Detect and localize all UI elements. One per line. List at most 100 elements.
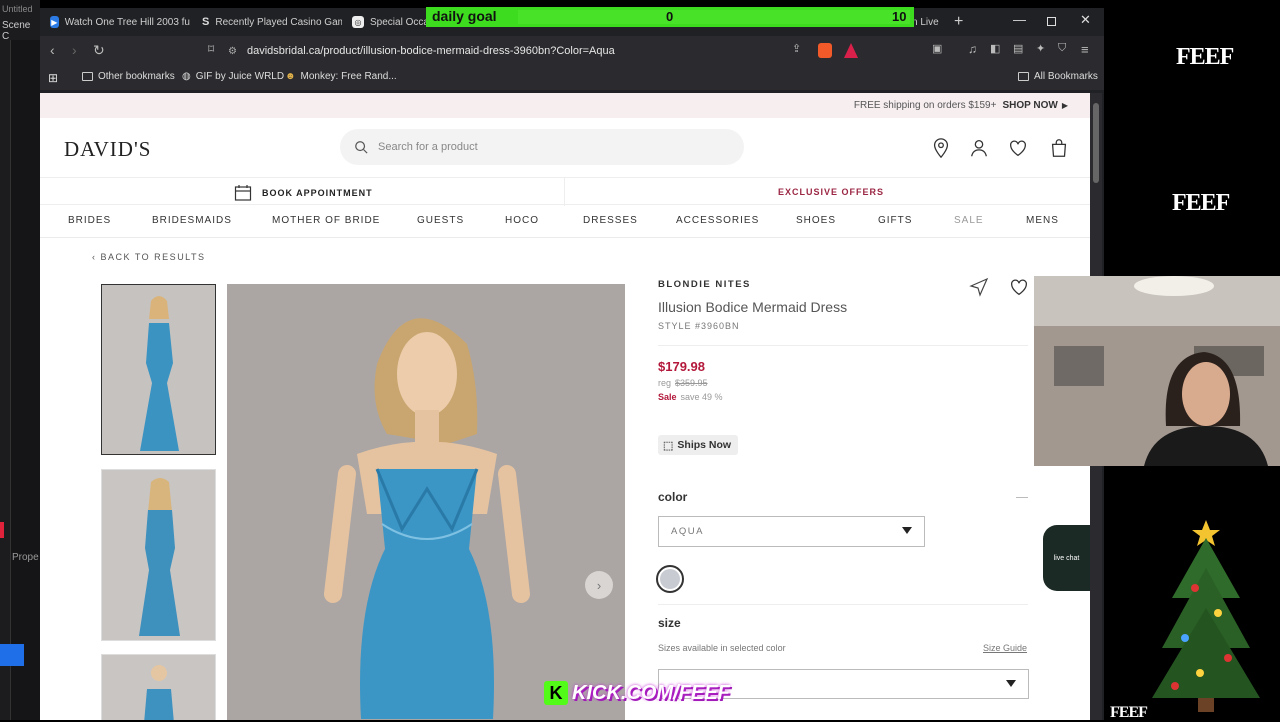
sale-savings: Sale save 49 % — [658, 392, 723, 402]
menu-item-mens[interactable]: MENS — [1026, 215, 1059, 226]
color-select[interactable]: AQUA — [658, 516, 925, 547]
back-icon[interactable]: ‹ — [50, 42, 55, 58]
goal-label: daily goal — [432, 8, 497, 24]
wishlist-heart-icon[interactable] — [1008, 276, 1030, 298]
share-icon[interactable]: ⇪ — [792, 42, 801, 55]
product-name: Illusion Bodice Mermaid Dress — [658, 299, 848, 315]
shop-now-link[interactable]: SHOP NOW — [1002, 100, 1057, 111]
book-appointment-link[interactable]: BOOK APPOINTMENT — [234, 184, 373, 202]
wallet-icon[interactable]: ▤ — [1013, 42, 1023, 55]
menu-item-hoco[interactable]: HOCO — [505, 215, 539, 226]
product-thumbnail[interactable] — [101, 284, 216, 455]
maximize-icon[interactable] — [1047, 17, 1056, 26]
goal-progress-bar — [518, 10, 910, 24]
bookmark-gif[interactable]: ◍ GIF by Juice WRLD — [182, 71, 284, 82]
site-icon: ◎ — [352, 16, 364, 28]
menu-divider — [40, 237, 1090, 238]
account-icon[interactable] — [968, 137, 990, 159]
tab-label: Watch One Tree Hill 2003 fu — [64, 16, 190, 28]
menu-item-bridesmaids[interactable]: BRIDESMAIDS — [152, 215, 232, 226]
bag-icon[interactable] — [1048, 137, 1070, 159]
brave-shields-icon[interactable] — [818, 43, 832, 58]
apps-icon[interactable]: ⊞ — [48, 71, 58, 85]
dress-model-image — [227, 284, 625, 720]
menu-item-mother-of-bride[interactable]: MOTHER OF BRIDE — [272, 215, 380, 226]
record-indicator — [0, 522, 4, 538]
heart-icon[interactable] — [1007, 137, 1029, 159]
vpn-icon[interactable]: ⛉ — [1058, 42, 1066, 55]
brave-rewards-icon[interactable] — [844, 43, 858, 58]
regular-price: reg $359.95 — [658, 378, 708, 388]
bookmark-all[interactable]: All Bookmarks — [1018, 71, 1098, 82]
main-product-image[interactable]: › — [227, 284, 625, 720]
minimize-icon[interactable]: — — [1013, 12, 1026, 27]
product-brand[interactable]: BLONDIE NITES — [658, 279, 751, 290]
location-icon[interactable] — [930, 137, 952, 159]
kick-channel-url: KICK.COM/FEEF — [572, 681, 730, 704]
desktop-left-strip: Untitled Scene C Prope — [0, 0, 40, 720]
address-bar[interactable]: ⚙ davidsbridal.ca/product/illusion-bodic… — [228, 40, 808, 62]
share-icon[interactable] — [968, 276, 990, 298]
caret-down-icon — [902, 527, 912, 534]
size-availability-note: Sizes available in selected color — [658, 643, 786, 653]
tab-partial[interactable]: n Live — [912, 11, 942, 33]
search-input[interactable]: Search for a product — [340, 129, 744, 165]
back-to-results-link[interactable]: ‹ BACK TO RESULTS — [92, 252, 206, 262]
browser-toolbar: ‹ › ↻ ⌑ ⚙ davidsbridal.ca/product/illusi… — [40, 36, 1104, 66]
close-icon[interactable]: ✕ — [1080, 12, 1091, 28]
menu-item-brides[interactable]: BRIDES — [68, 215, 111, 226]
feef-logo: FEEF — [1172, 190, 1230, 216]
menu-item-sale[interactable]: SALE — [954, 215, 984, 226]
menu-item-shoes[interactable]: SHOES — [796, 215, 836, 226]
back-label: BACK TO RESULTS — [100, 252, 206, 262]
dress-detail-image — [102, 655, 215, 720]
size-guide-link[interactable]: Size Guide — [983, 643, 1027, 653]
site-info-icon[interactable]: ⚙ — [228, 46, 237, 57]
dress-back-image — [102, 470, 215, 640]
forward-icon[interactable]: › — [72, 42, 77, 58]
exclusive-offers-link[interactable]: EXCLUSIVE OFFERS — [778, 187, 884, 197]
promo-banner: FREE shipping on orders $159+ SHOP NOW ▶ — [40, 93, 1090, 118]
search-placeholder: Search for a product — [378, 141, 478, 153]
scene-label: Scene C — [2, 20, 31, 42]
screenshot-icon[interactable]: ▣ — [932, 42, 942, 55]
bookmark-page-icon[interactable]: ⌑ — [208, 42, 214, 56]
menu-item-dresses[interactable]: DRESSES — [583, 215, 638, 226]
media-icon[interactable]: ♫ — [968, 42, 977, 56]
tab-casino[interactable]: S Recently Played Casino Gam — [202, 11, 342, 33]
chevron-right-icon: › — [596, 577, 602, 593]
product-thumbnail[interactable] — [101, 469, 216, 641]
monkey-icon: ☻ — [285, 71, 296, 82]
scrollbar-thumb[interactable] — [1093, 103, 1099, 183]
live-chat-button[interactable]: live chat — [1043, 525, 1090, 591]
chevron-right-icon: ▶ — [1061, 101, 1068, 110]
folder-icon — [82, 72, 93, 81]
obs-button[interactable] — [0, 644, 24, 666]
book-appointment-label: BOOK APPOINTMENT — [262, 188, 373, 198]
menu-item-accessories[interactable]: ACCESSORIES — [676, 215, 759, 226]
next-image-button[interactable]: › — [585, 571, 613, 599]
bookmark-other[interactable]: Other bookmarks — [82, 71, 175, 82]
new-tab-icon[interactable]: + — [954, 13, 963, 31]
bookmark-monkey[interactable]: ☻ Monkey: Free Rand... — [285, 71, 397, 82]
menu-icon[interactable]: ≡ — [1081, 42, 1089, 57]
product-thumbnail[interactable] — [101, 654, 216, 720]
product-style-number: STYLE #3960BN — [658, 321, 740, 331]
tab-one-tree-hill[interactable]: ▶ Watch One Tree Hill 2003 fu — [50, 11, 190, 33]
sidebar-icon[interactable]: ◧ — [990, 42, 1000, 55]
feef-logo: FEEF — [1110, 704, 1148, 721]
window-title: Untitled — [2, 4, 33, 14]
collapse-icon[interactable] — [1016, 497, 1028, 498]
properties-label[interactable]: Prope — [12, 552, 39, 563]
menu-item-gifts[interactable]: GIFTS — [878, 215, 912, 226]
color-select-value: AQUA — [671, 526, 704, 537]
swatch-fill — [660, 569, 680, 589]
main-menu: BRIDES BRIDESMAIDS MOTHER OF BRIDE GUEST… — [40, 211, 1090, 233]
reg-label: reg — [658, 378, 672, 388]
reload-icon[interactable]: ↻ — [93, 42, 105, 59]
site-logo[interactable]: DAVID'S — [64, 137, 151, 162]
color-swatch[interactable] — [656, 565, 684, 593]
bookmark-label: Monkey: Free Rand... — [300, 71, 397, 82]
menu-item-guests[interactable]: GUESTS — [417, 215, 464, 226]
leo-icon[interactable]: ✦ — [1036, 42, 1045, 55]
